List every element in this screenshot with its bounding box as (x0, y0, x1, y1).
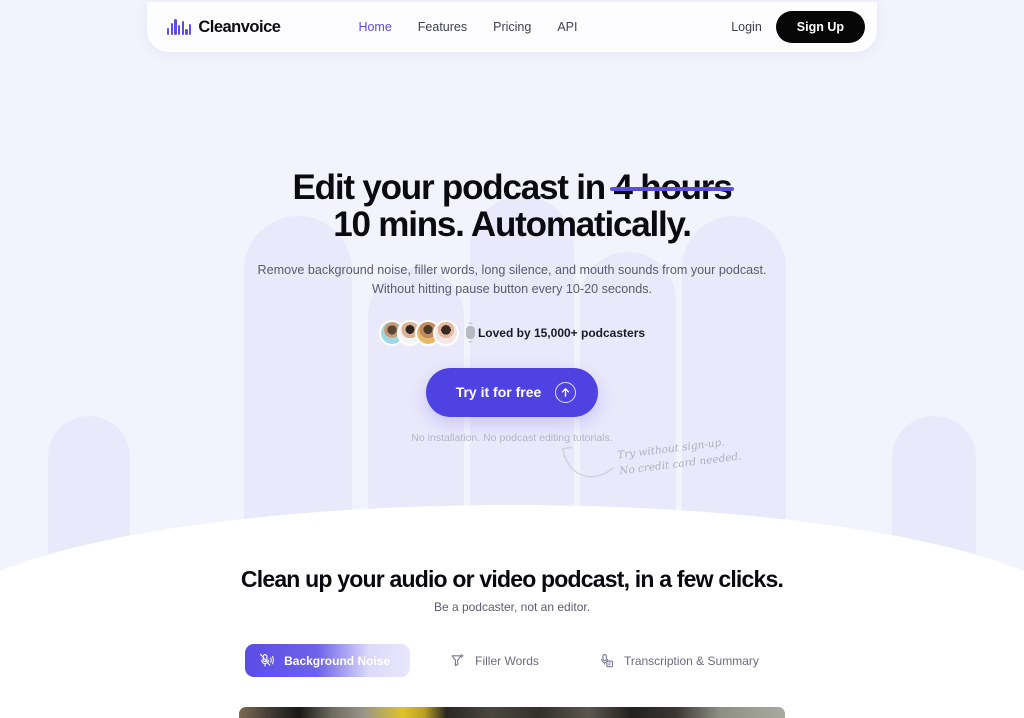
headline-prefix: Edit your podcast in (292, 168, 614, 207)
brand-logo[interactable]: Cleanvoice (167, 17, 281, 37)
social-proof-text: Loved by 15,000+ podcasters (465, 325, 646, 340)
arrow-up-circle-icon (555, 381, 577, 403)
hero-subtitle-line2: Without hitting pause button every 10-20… (371, 282, 653, 297)
hero-subtitle: Remove background noise, filler words, l… (0, 261, 1024, 300)
site-header: Cleanvoice Home Features Pricing API Log… (0, 0, 1024, 56)
feature-tabs: Background Noise Filler Words Transcript… (0, 644, 1024, 677)
cta-note: No installation. No podcast editing tuto… (411, 431, 613, 444)
tab-label: Transcription & Summary (623, 653, 759, 668)
filter-icon (450, 653, 465, 668)
tab-transcription-summary[interactable]: Transcription & Summary (585, 644, 779, 677)
headline-line1: Edit your podcast in 4 hours (292, 168, 735, 207)
mic-document-icon (599, 653, 614, 668)
tab-background-noise[interactable]: Background Noise (245, 644, 411, 677)
nav-actions: Login Sign Up (731, 11, 865, 43)
features-heading: Clean up your audio or video podcast, in… (240, 566, 784, 592)
try-it-for-free-button[interactable]: Try it for free (425, 367, 599, 417)
microphone-icon (465, 326, 475, 340)
waveform-icon (167, 19, 192, 35)
social-proof-label: Loved by 15,000+ podcasters (477, 325, 646, 340)
avatar-group (378, 319, 459, 346)
nav-link-home[interactable]: Home (358, 20, 391, 34)
mic-muted-icon (259, 653, 275, 668)
login-link[interactable]: Login (731, 20, 762, 34)
avatar (432, 319, 459, 346)
tab-label: Background Noise (284, 653, 391, 668)
nav-link-api[interactable]: API (557, 20, 577, 34)
nav-links: Home Features Pricing API (358, 20, 577, 34)
tab-label: Filler Words (475, 653, 539, 668)
cta-container: Try it for free (0, 367, 1024, 417)
tab-filler-words[interactable]: Filler Words (436, 644, 559, 677)
feature-preview-media[interactable] (239, 707, 785, 718)
nav-link-features[interactable]: Features (418, 20, 467, 34)
cta-label: Try it for free (455, 384, 542, 401)
nav-link-pricing[interactable]: Pricing (493, 20, 531, 34)
features-subheading: Be a podcaster, not an editor. (433, 600, 591, 614)
features-section: Clean up your audio or video podcast, in… (0, 566, 1024, 677)
hero-subtitle-line1: Remove background noise, filler words, l… (257, 262, 767, 277)
brand-name: Cleanvoice (198, 17, 281, 36)
navbar: Cleanvoice Home Features Pricing API Log… (147, 2, 877, 52)
headline-strikethrough: 4 hours (610, 168, 735, 207)
social-proof: Loved by 15,000+ podcasters (0, 319, 1024, 346)
page-title: Edit your podcast in 4 hours 10 mins. Au… (0, 168, 1024, 244)
hero-section: Edit your podcast in 4 hours 10 mins. Au… (0, 0, 1024, 444)
signup-button[interactable]: Sign Up (775, 11, 865, 43)
headline-line2: 10 mins. Automatically. (333, 204, 692, 244)
